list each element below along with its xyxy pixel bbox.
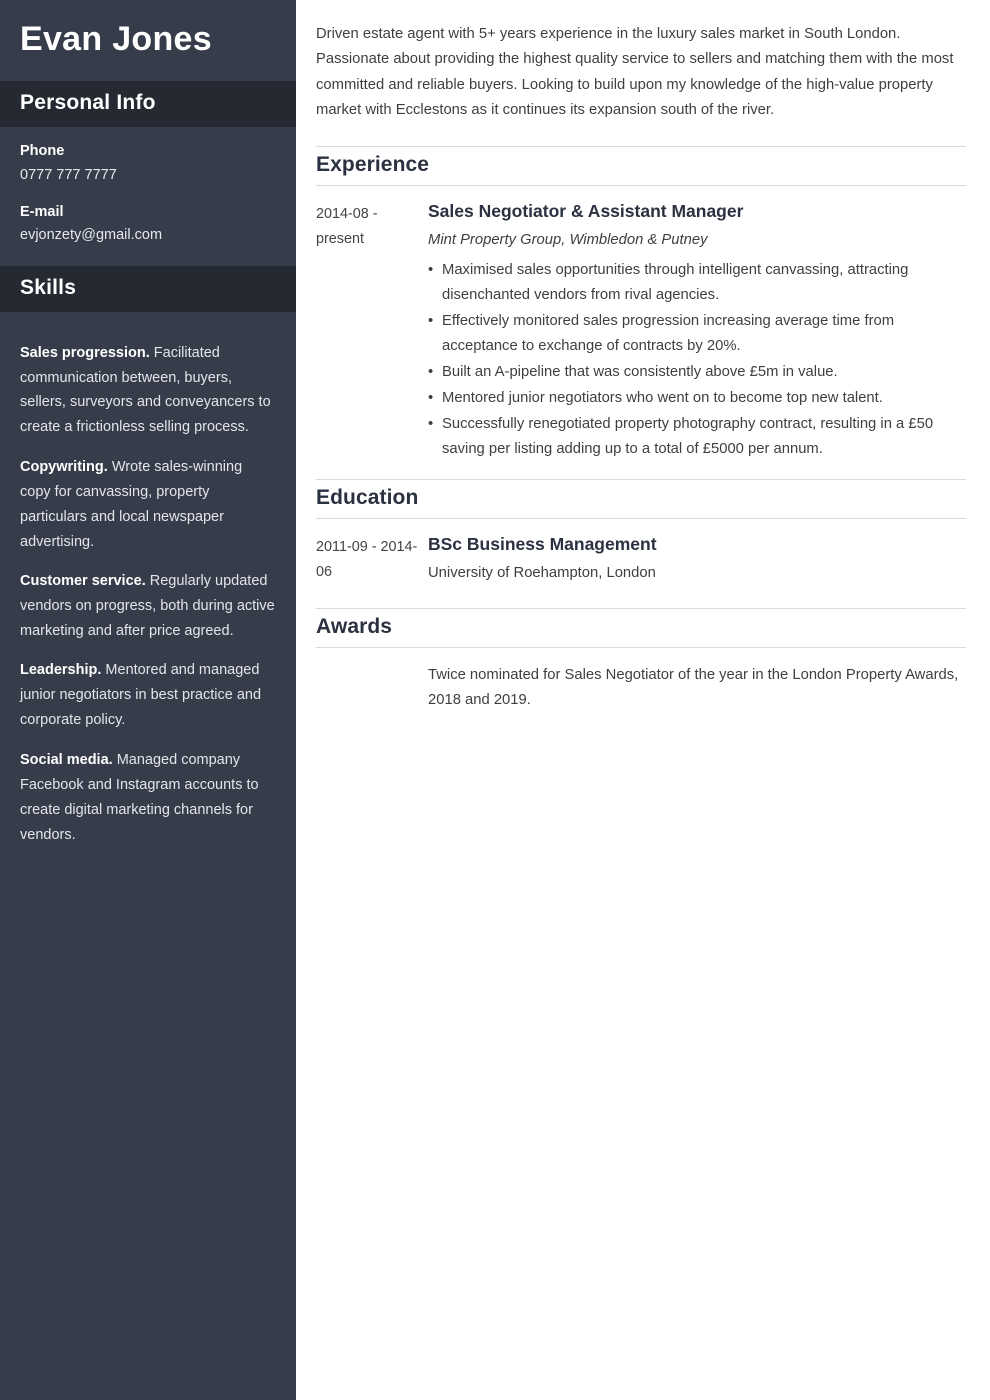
education-heading: Education bbox=[316, 486, 419, 510]
education-degree: BSc Business Management bbox=[428, 534, 657, 555]
bullet-icon: • bbox=[428, 313, 434, 330]
contact-field-phone: Phone 0777 777 7777 bbox=[20, 141, 276, 187]
education-institution: University of Roehampton, London bbox=[428, 564, 656, 581]
candidate-name: Evan Jones bbox=[20, 20, 212, 58]
bullet-icon: • bbox=[428, 390, 434, 407]
experience-bullet: • Effectively monitored sales progression… bbox=[428, 309, 966, 359]
skills-heading: Skills bbox=[20, 276, 77, 300]
awards-text: Twice nominated for Sales Negotiator of … bbox=[428, 666, 959, 708]
awards-section: Awards Twice nominated for Sales Negotia… bbox=[316, 607, 966, 729]
experience-bullet-text: Successfully renegotiated property photo… bbox=[442, 416, 934, 458]
experience-bullet-list: • Maximised sales opportunities through i… bbox=[428, 258, 966, 462]
skill-item: Customer service. Regularly updated vend… bbox=[20, 569, 276, 644]
contact-value-email: evjonzety@gmail.com bbox=[20, 227, 163, 244]
experience-bullet: • Mentored junior negotiators who went on… bbox=[428, 386, 966, 411]
name-block: Evan Jones bbox=[0, 0, 296, 82]
contact-label-email: E-mail bbox=[20, 203, 64, 220]
experience-bullet: • Successfully renegotiated property phot… bbox=[428, 412, 966, 462]
awards-entry-body: Twice nominated for Sales Negotiator of … bbox=[428, 663, 966, 713]
experience-bullet: • Built an A-pipeline that was consistent… bbox=[428, 360, 966, 385]
skill-name: Customer service. bbox=[20, 573, 146, 590]
contact-label-phone: Phone bbox=[20, 143, 65, 160]
experience-job-title: Sales Negotiator & Assistant Manager bbox=[428, 200, 744, 221]
education-entry: 2011-09 - 2014-06 BSc Business Managemen… bbox=[316, 519, 966, 607]
experience-bullet-text: Effectively monitored sales progression … bbox=[442, 313, 895, 355]
experience-company: Mint Property Group, Wimbledon & Putney bbox=[428, 231, 708, 248]
experience-bullet-text: Built an A-pipeline that was consistentl… bbox=[442, 364, 838, 381]
skill-name: Sales progression. bbox=[20, 344, 150, 361]
main-content: Driven estate agent with 5+ years experi… bbox=[296, 0, 990, 1400]
experience-bullet: • Maximised sales opportunities through i… bbox=[428, 258, 966, 308]
education-entry-body: BSc Business Management University of Ro… bbox=[428, 533, 966, 591]
resume-document: Evan Jones Personal Info Phone 0777 777 … bbox=[0, 0, 990, 1400]
skill-name: Leadership. bbox=[20, 662, 102, 679]
professional-summary: Driven estate agent with 5+ years experi… bbox=[316, 26, 954, 119]
personal-info-section-header: Personal Info bbox=[0, 81, 296, 128]
skill-item: Sales progression. Facilitated communica… bbox=[20, 341, 276, 441]
experience-entry: 2014-08 - present Sales Negotiator & Ass… bbox=[316, 186, 966, 479]
experience-section: Experience 2014-08 - present Sales Negot… bbox=[316, 145, 966, 479]
skill-name: Social media. bbox=[20, 751, 113, 768]
bullet-icon: • bbox=[428, 364, 434, 381]
skill-name: Copywriting. bbox=[20, 458, 108, 475]
experience-bullet-text: Mentored junior negotiators who went on … bbox=[442, 390, 883, 407]
skill-item: Copywriting. Wrote sales-winning copy fo… bbox=[20, 455, 276, 555]
contact-value-phone: 0777 777 7777 bbox=[20, 166, 117, 183]
skills-section-header: Skills bbox=[0, 266, 296, 313]
education-entry-dates: 2011-09 - 2014-06 bbox=[316, 539, 418, 580]
personal-info-body: Phone 0777 777 7777 E-mail evjonzety@gma… bbox=[0, 127, 296, 266]
education-section: Education 2011-09 - 2014-06 BSc Business… bbox=[316, 479, 966, 607]
bullet-icon: • bbox=[428, 262, 434, 279]
experience-bullet-text: Maximised sales opportunities through in… bbox=[442, 262, 909, 304]
experience-entry-body: Sales Negotiator & Assistant Manager Min… bbox=[428, 200, 966, 463]
skill-item: Social media. Managed company Facebook a… bbox=[20, 748, 276, 848]
skills-body: Sales progression. Facilitated communica… bbox=[0, 312, 296, 880]
bullet-icon: • bbox=[428, 416, 434, 433]
awards-entry: Twice nominated for Sales Negotiator of … bbox=[316, 648, 966, 729]
contact-field-email: E-mail evjonzety@gmail.com bbox=[20, 202, 276, 248]
sidebar: Evan Jones Personal Info Phone 0777 777 … bbox=[0, 0, 296, 1400]
awards-heading: Awards bbox=[316, 614, 393, 638]
skill-item: Leadership. Mentored and managed junior … bbox=[20, 658, 276, 733]
awards-entry-dates-spacer bbox=[316, 663, 428, 713]
experience-heading: Experience bbox=[316, 152, 430, 176]
experience-entry-dates: 2014-08 - present bbox=[316, 205, 378, 247]
personal-info-heading: Personal Info bbox=[20, 91, 156, 115]
